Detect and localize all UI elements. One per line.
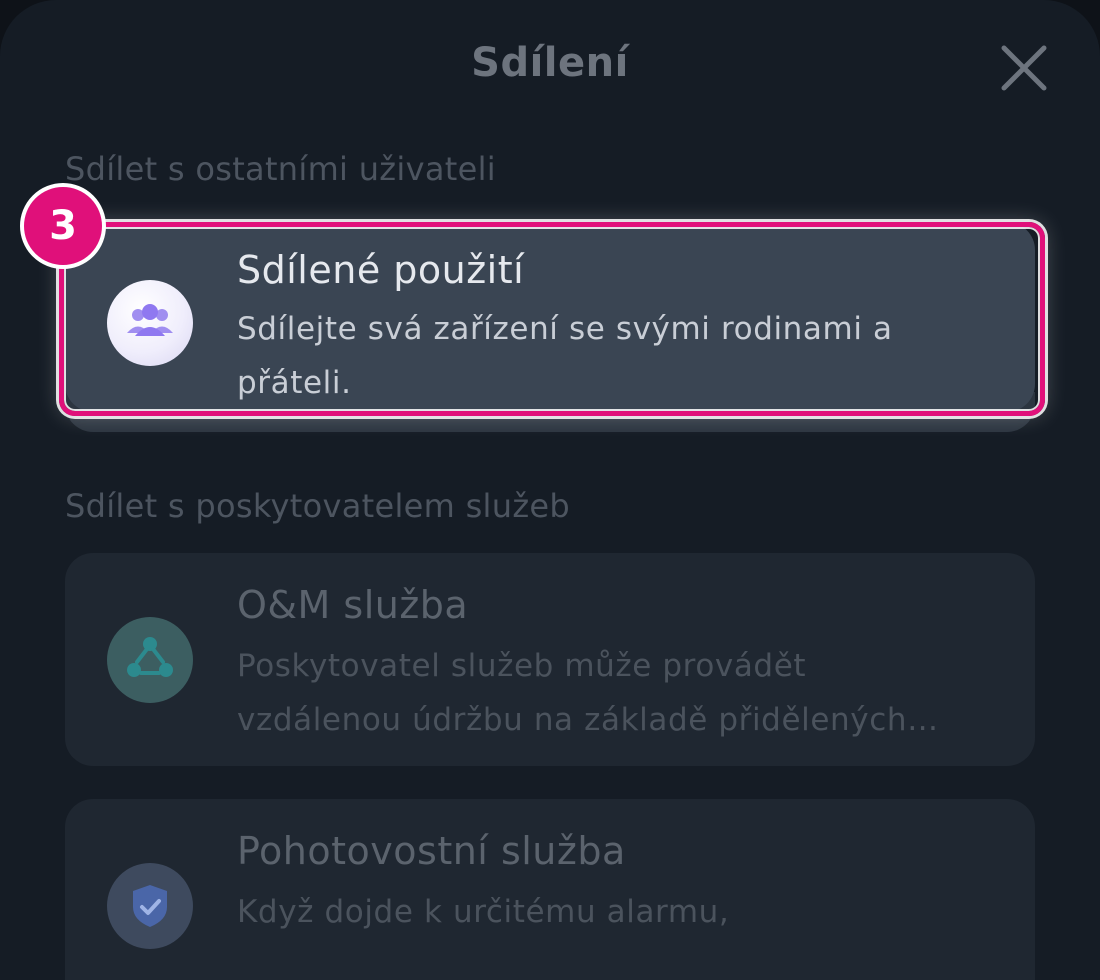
card-description: Když dojde k určitému alarmu, xyxy=(237,894,730,930)
close-icon xyxy=(1001,45,1047,91)
card-title: Pohotovostní služba xyxy=(237,829,626,873)
om-service-card[interactable]: O&M služba Poskytovatel služeb může prov… xyxy=(65,553,1035,766)
shield-check-icon xyxy=(107,863,193,949)
card-description: Sdílejte svá zařízení se svými rodinami … xyxy=(237,311,893,401)
group-users-icon xyxy=(107,280,193,366)
section-title-providers: Sdílet s poskytovatelem služeb xyxy=(65,487,571,525)
card-title: Sdílené použití xyxy=(237,248,525,292)
share-sheet: Sdílení Sdílet s ostatními uživateli Sdí… xyxy=(0,0,1100,980)
page-title: Sdílení xyxy=(471,40,629,86)
card-title: O&M služba xyxy=(237,583,469,627)
step-badge: 3 xyxy=(20,183,106,269)
section-title-users: Sdílet s ostatními uživateli xyxy=(65,150,496,188)
share-network-icon xyxy=(107,617,193,703)
close-button[interactable] xyxy=(996,40,1052,96)
card-description: Poskytovatel služeb může provádět vzdále… xyxy=(237,648,908,738)
emergency-service-card[interactable]: Pohotovostní služba Když dojde k určitém… xyxy=(65,799,1035,980)
shared-use-card[interactable]: Sdílené použití Sdílejte svá zařízení se… xyxy=(65,222,1035,412)
